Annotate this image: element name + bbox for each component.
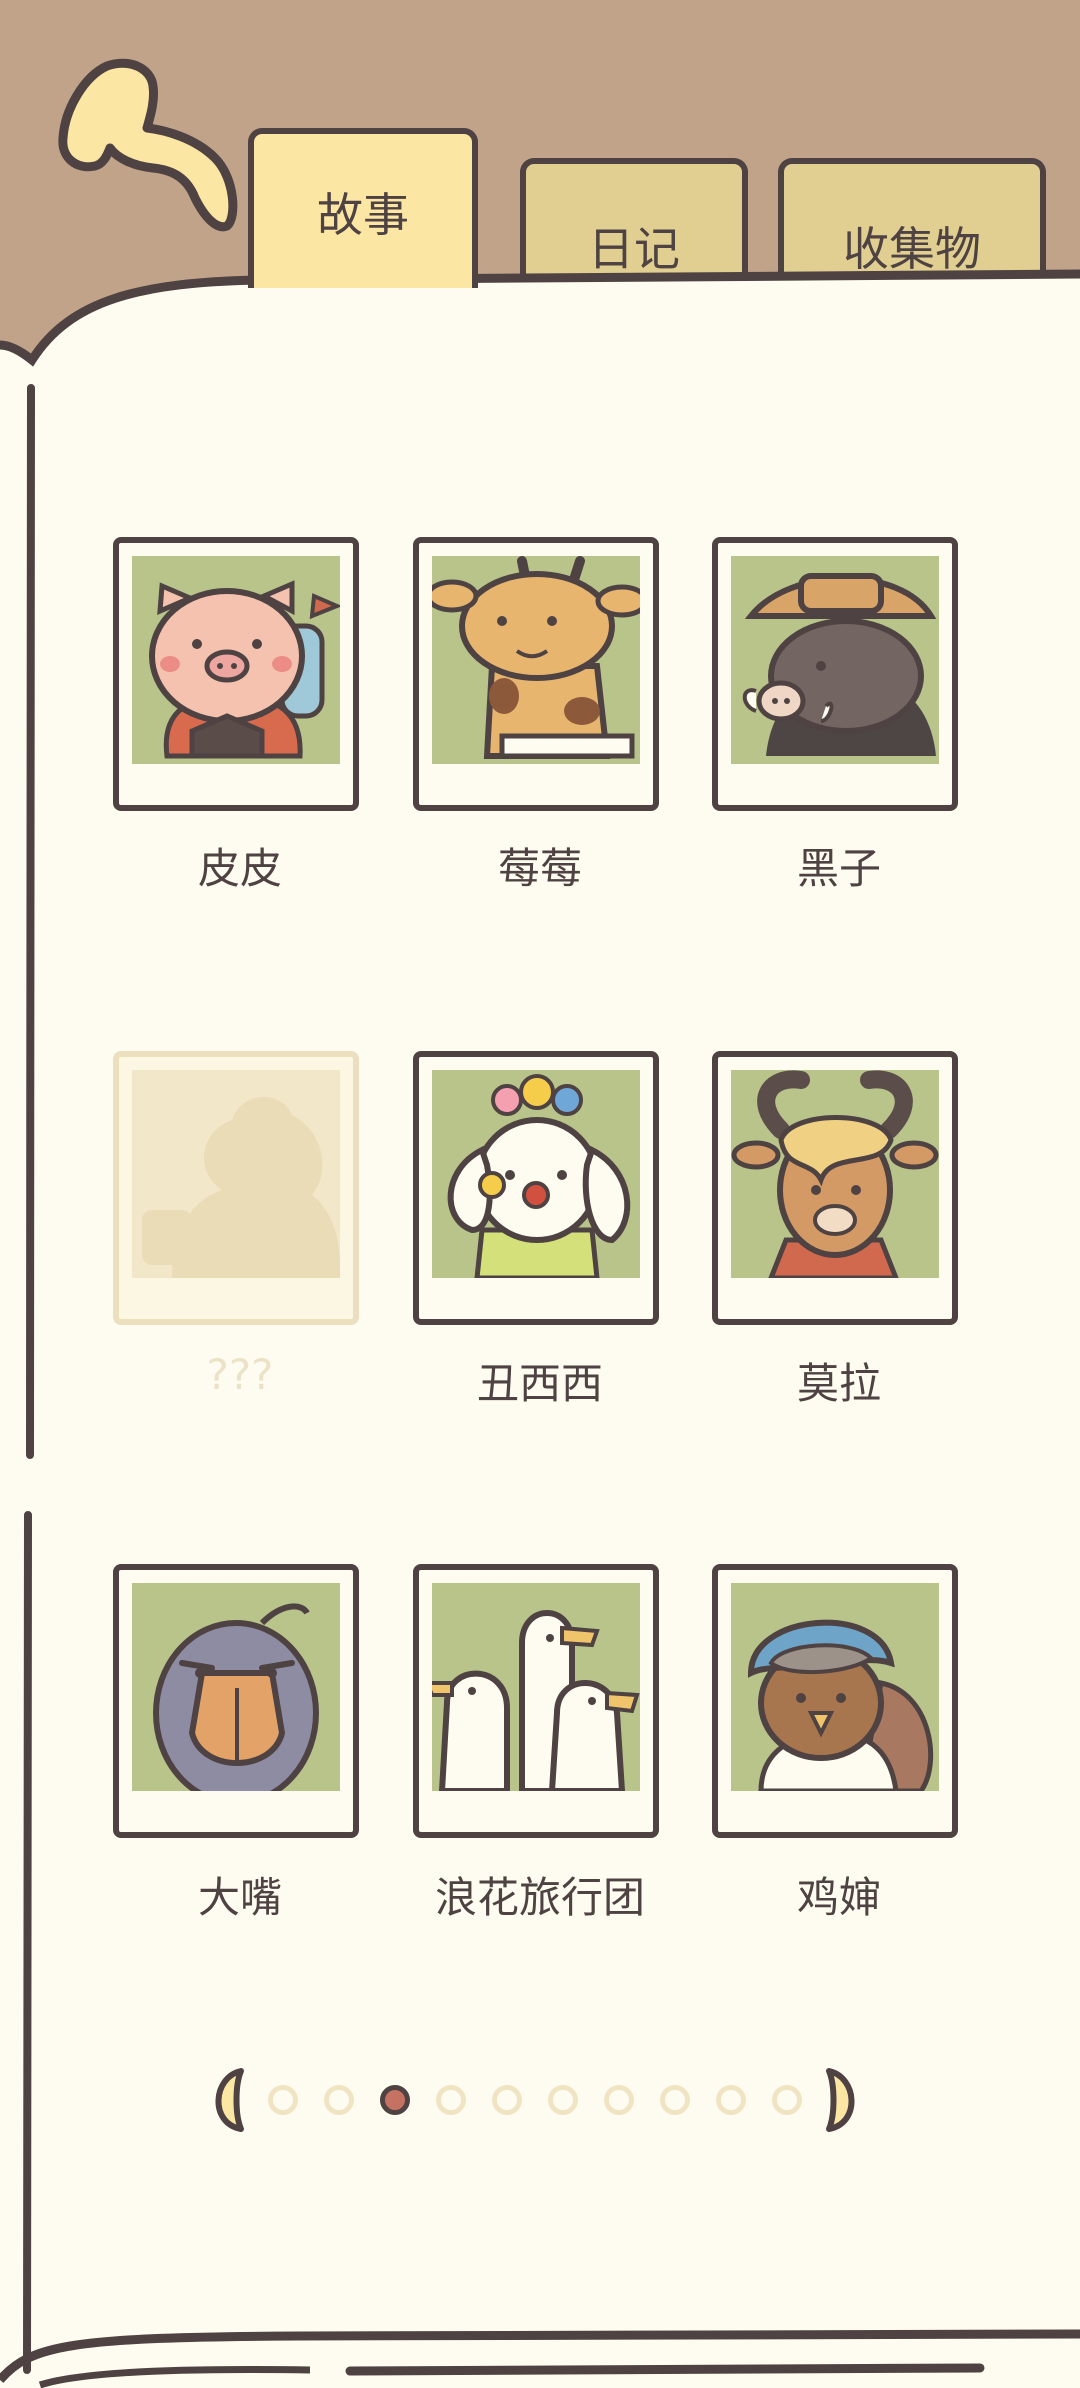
character-name: 鸡婶 (796, 1873, 881, 1922)
page-indicator (205, 2068, 865, 2132)
page-dot[interactable] (660, 2085, 690, 2115)
goat-portrait (731, 1070, 939, 1278)
silhouette-portrait (132, 1070, 340, 1278)
giraffe-portrait (432, 556, 640, 764)
page-dot[interactable] (548, 2085, 578, 2115)
prev-page-arrow-icon[interactable] (205, 2065, 247, 2135)
boar-portrait (731, 556, 939, 764)
page-dot[interactable] (324, 2085, 354, 2115)
page-dot[interactable] (268, 2085, 298, 2115)
page-dot[interactable] (436, 2085, 466, 2115)
character-name: 莫拉 (796, 1359, 881, 1408)
character-card-chouxixi[interactable] (413, 1051, 659, 1325)
character-card-pipi[interactable] (113, 537, 359, 811)
page-dot[interactable] (492, 2085, 522, 2115)
character-name: 大嘴 (197, 1873, 282, 1922)
character-card-locked[interactable] (113, 1051, 359, 1325)
next-page-arrow-icon[interactable] (823, 2065, 865, 2135)
character-card-langhua[interactable] (413, 1564, 659, 1838)
character-card-mola[interactable] (712, 1051, 958, 1325)
page-dot[interactable] (716, 2085, 746, 2115)
character-name: 浪花旅行团 (434, 1873, 645, 1922)
page-dot[interactable] (772, 2085, 802, 2115)
page-dot[interactable] (604, 2085, 634, 2115)
clown-dog-portrait (432, 1070, 640, 1278)
shoebill-portrait (132, 1583, 340, 1791)
character-name: ??? (206, 1350, 274, 1399)
character-name: 皮皮 (197, 844, 282, 893)
hen-portrait (731, 1583, 939, 1791)
tab-story-label: 故事 (317, 188, 409, 242)
page-dot-active[interactable] (380, 2085, 410, 2115)
character-card-heizi[interactable] (712, 537, 958, 811)
character-card-meimei[interactable] (413, 537, 659, 811)
character-card-dazui[interactable] (113, 1564, 359, 1838)
character-name: 莓莓 (497, 844, 582, 893)
ducks-portrait (432, 1583, 640, 1791)
character-name: 丑西西 (476, 1359, 603, 1408)
tab-story[interactable]: 故事 (248, 128, 478, 288)
character-card-jishen[interactable] (712, 1564, 958, 1838)
pig-portrait (132, 556, 340, 764)
character-name: 黑子 (796, 844, 881, 893)
